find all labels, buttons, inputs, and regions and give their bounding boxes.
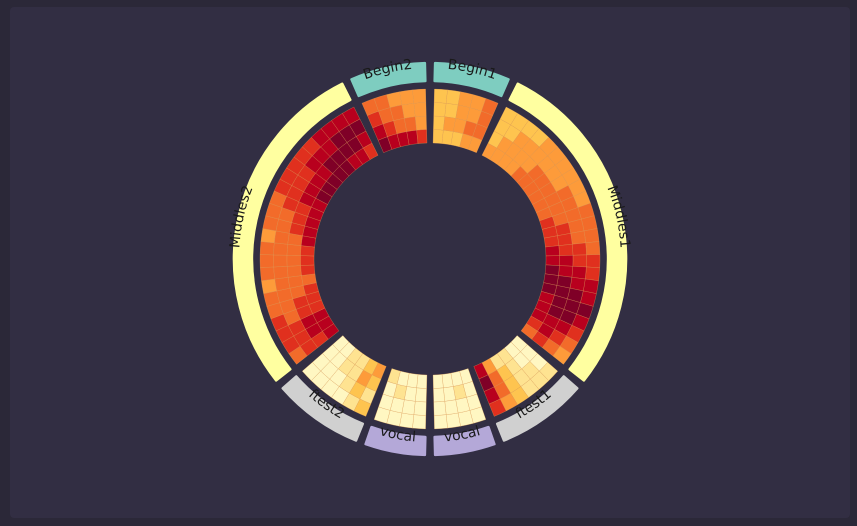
heatmap-cell <box>443 386 456 402</box>
heatmap-cell <box>286 243 302 256</box>
heatmap-cell <box>433 400 447 416</box>
heatmap-cell <box>273 266 289 280</box>
heatmap-cell <box>412 414 427 430</box>
heatmap-cell <box>259 241 275 256</box>
heatmap-cell <box>413 400 427 416</box>
heatmap-cell <box>545 255 560 266</box>
heatmap-cell <box>416 374 428 389</box>
heatmap-cell <box>558 243 574 256</box>
heatmap-cell <box>399 89 415 106</box>
heatmap-cell <box>445 412 461 429</box>
heatmap-cell <box>300 255 315 266</box>
heatmap-cell <box>300 264 316 276</box>
heatmap-cell <box>433 88 448 104</box>
heatmap-cell <box>585 241 601 256</box>
heatmap-cell <box>286 265 302 278</box>
heatmap-cell <box>274 276 291 292</box>
heatmap-cell <box>570 230 586 245</box>
heatmap-cell <box>545 245 560 257</box>
heatmap-cell <box>413 102 427 118</box>
heatmap-cell <box>401 103 416 119</box>
heatmap-cell <box>286 255 301 267</box>
heatmap-cell <box>273 242 289 256</box>
heatmap-cell <box>558 265 574 278</box>
heatmap-cell <box>572 254 587 268</box>
heatmap-cell <box>433 387 446 403</box>
heatmap-cell <box>433 115 446 131</box>
heatmap-cell <box>444 399 459 415</box>
heatmap-cell <box>300 245 315 257</box>
heatmap-cell <box>571 266 587 280</box>
heatmap-cell <box>412 88 427 104</box>
heatmap-cell <box>404 116 417 132</box>
heatmap-cell <box>416 129 428 144</box>
heatmap-cell <box>571 242 587 256</box>
heatmap-cell <box>583 228 600 244</box>
heatmap-cell <box>414 115 427 131</box>
circular-heatmap: Begin1Middles1ftest1vocalvocalftest2Midd… <box>227 57 633 457</box>
heatmap-cell <box>584 266 601 282</box>
heatmap-cell <box>414 387 427 403</box>
heatmap-cell <box>432 129 444 144</box>
heatmap-cell <box>559 255 574 267</box>
heatmap-cell <box>433 102 447 118</box>
heatmap-cell <box>432 374 444 389</box>
heatmap-cell <box>259 266 276 282</box>
heatmap-cell <box>273 254 288 268</box>
heatmap-cell <box>586 254 601 268</box>
heatmap-cell <box>261 278 278 294</box>
heatmap-cell <box>433 414 448 430</box>
heatmap-cell <box>259 254 274 268</box>
heatmap-cell <box>557 233 573 246</box>
